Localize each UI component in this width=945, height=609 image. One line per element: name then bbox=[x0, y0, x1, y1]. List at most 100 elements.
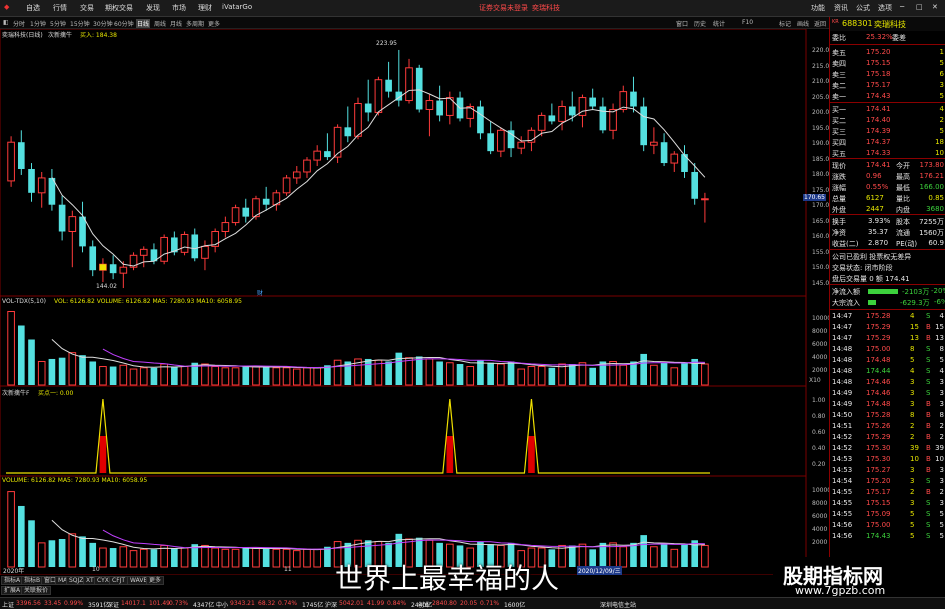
tab-60min[interactable]: 60分钟 bbox=[114, 19, 134, 28]
menu-item-shichang[interactable]: 市场 bbox=[172, 3, 186, 13]
volume-bar bbox=[436, 361, 443, 385]
tool-stats[interactable]: 统计 bbox=[713, 19, 725, 28]
menu-item-jiaoyi[interactable]: 交易 bbox=[80, 3, 94, 13]
menu-item-gongshi[interactable]: 公式 bbox=[856, 3, 870, 13]
vol-indicator-label[interactable]: VOL-TDX(5,10) bbox=[2, 298, 46, 305]
tick-price: 175.28 bbox=[866, 411, 891, 419]
tool-draw[interactable]: 画线 bbox=[797, 19, 809, 28]
tick-row: 14:55 175.17 2 B 2 bbox=[830, 487, 945, 498]
finance-marker[interactable]: 财 bbox=[257, 288, 263, 297]
volume-bar bbox=[650, 546, 658, 568]
volume-bar bbox=[211, 366, 219, 386]
tick-row: 14:49 174.46 3 S 3 bbox=[830, 388, 945, 399]
minimize-icon[interactable]: ─ bbox=[900, 3, 904, 11]
flow-bar bbox=[868, 300, 876, 305]
volume-bar bbox=[150, 549, 158, 567]
stat-label: 收益(二) bbox=[832, 240, 859, 248]
index-pct: 0.99% bbox=[64, 600, 84, 607]
stat-row: 涨跌 0.96 最高 176.21 bbox=[830, 171, 945, 182]
volume-bar bbox=[681, 362, 688, 385]
buy-signal-candle bbox=[99, 264, 107, 271]
buy-order-row: 买一 174.41 4 bbox=[830, 104, 945, 115]
tab-fenshi[interactable]: 分时 bbox=[13, 19, 25, 28]
tick-count: 13 bbox=[935, 334, 944, 342]
tick-time: 14:50 bbox=[832, 411, 853, 419]
chart-indicator-label[interactable]: 次新擒牛 bbox=[48, 30, 72, 39]
stat-value: 0.55% bbox=[866, 183, 889, 191]
index-chg: 33.45 bbox=[44, 600, 62, 607]
candle-body bbox=[201, 245, 209, 259]
ma5-line bbox=[51, 89, 706, 267]
stat-value: 6127 bbox=[866, 194, 884, 202]
login-status[interactable]: 证券交易未登录 bbox=[479, 3, 528, 13]
tick-volume: 4 bbox=[910, 367, 915, 375]
tab-indicator-a[interactable]: 指标A bbox=[1, 576, 24, 585]
menu-item-hangqing[interactable]: 行情 bbox=[53, 3, 67, 13]
menu-item-faxian[interactable]: 发现 bbox=[146, 3, 160, 13]
menu-item-zixuan[interactable]: 自选 bbox=[26, 3, 40, 13]
divider bbox=[830, 214, 945, 215]
tick-volume: 8 bbox=[910, 411, 915, 419]
signal-indicator-label[interactable]: 次新擒牛F bbox=[2, 388, 29, 397]
maximize-icon[interactable]: □ bbox=[916, 3, 923, 11]
menu-item-licai[interactable]: 理财 bbox=[198, 3, 212, 13]
buy-level-label: 买二 bbox=[832, 117, 846, 125]
tick-time: 14:53 bbox=[832, 455, 853, 463]
tick-volume: 3 bbox=[910, 466, 915, 474]
volume-bar bbox=[282, 548, 291, 568]
tab-daily[interactable]: 日线 bbox=[136, 19, 151, 28]
tool-mark[interactable]: 标记 bbox=[779, 19, 791, 28]
menu-item-ivatargo[interactable]: iVatarGo bbox=[222, 3, 252, 11]
menu-item-zixun[interactable]: 资讯 bbox=[834, 3, 848, 13]
tab-5min[interactable]: 5分钟 bbox=[50, 19, 66, 28]
tick-time: 14:47 bbox=[832, 323, 853, 331]
tab-indicator-b[interactable]: 指标B bbox=[21, 576, 44, 585]
tab-weekly[interactable]: 周线 bbox=[154, 19, 166, 28]
menu-item-gongneng[interactable]: 功能 bbox=[811, 3, 825, 13]
tool-history[interactable]: 历史 bbox=[694, 19, 706, 28]
tick-volume: 13 bbox=[910, 334, 919, 342]
volume-bar bbox=[180, 547, 189, 568]
buy-volume: 18 bbox=[935, 138, 944, 146]
volume-bar bbox=[17, 505, 25, 567]
menu-item-xuanxiang[interactable]: 选项 bbox=[878, 3, 892, 13]
tick-row: 14:48 174.48 5 S 5 bbox=[830, 355, 945, 366]
tab-30min[interactable]: 30分钟 bbox=[93, 19, 113, 28]
quote-panel: KR 688301 奕瑞科技 委比 25.32% 委差 卖五 175.20 1 卖四 1… bbox=[829, 17, 945, 597]
menu-item-qiquan[interactable]: 期权交易 bbox=[105, 3, 133, 13]
tab-monthly[interactable]: 月线 bbox=[170, 19, 182, 28]
tool-f10[interactable]: F10 bbox=[742, 19, 753, 26]
sidebar-toggle-icon[interactable]: ◧ bbox=[3, 19, 9, 26]
tick-price: 175.00 bbox=[866, 345, 891, 353]
divider bbox=[830, 309, 945, 310]
stat-value: 166.00 bbox=[919, 183, 945, 191]
volume-bar bbox=[119, 364, 128, 386]
tab-more-indicators[interactable]: 更多 bbox=[146, 576, 165, 585]
tab-cfjt[interactable]: CFJT bbox=[109, 576, 129, 585]
candle-body bbox=[303, 159, 311, 173]
tab-related-quote[interactable]: 关联报价 bbox=[21, 586, 52, 595]
index-chg: 101.49 bbox=[149, 600, 170, 607]
server-label[interactable]: 深圳电信主站 bbox=[600, 600, 636, 609]
tick-side: B bbox=[926, 422, 931, 430]
volume-bar bbox=[292, 368, 301, 386]
tool-back[interactable]: 返回 bbox=[814, 19, 826, 28]
volume-bar bbox=[548, 367, 556, 385]
axis-tick-label: 2000 bbox=[812, 539, 828, 546]
tab-extend-a[interactable]: 扩展A bbox=[1, 586, 24, 595]
tick-time: 14:49 bbox=[832, 400, 853, 408]
close-icon[interactable]: ✕ bbox=[932, 3, 938, 11]
tick-row: 14:54 175.20 3 S 3 bbox=[830, 476, 945, 487]
axis-tick-label: 1.00 bbox=[812, 397, 826, 404]
tool-window[interactable]: 窗口 bbox=[676, 19, 688, 28]
candle-body bbox=[333, 126, 342, 158]
tab-more[interactable]: 更多 bbox=[208, 19, 220, 28]
tab-multi-period[interactable]: 多周期 bbox=[186, 19, 204, 28]
tab-15min[interactable]: 15分钟 bbox=[70, 19, 90, 28]
tick-side: S bbox=[926, 356, 931, 364]
tick-side: S bbox=[926, 510, 931, 518]
buy-price: 174.33 bbox=[866, 149, 891, 157]
tab-1min[interactable]: 1分钟 bbox=[30, 19, 46, 28]
stat-label: 流通 bbox=[896, 229, 910, 237]
volume-bar bbox=[670, 367, 679, 386]
